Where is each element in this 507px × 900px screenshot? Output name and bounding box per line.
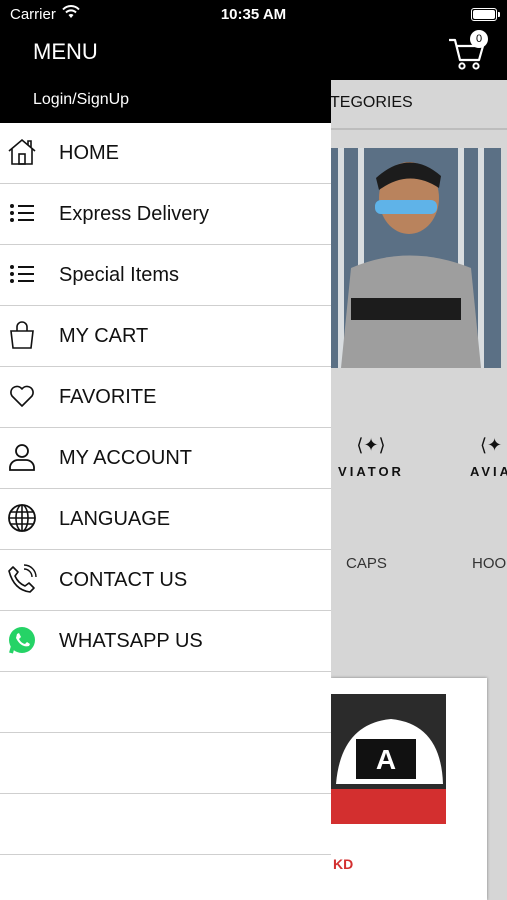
drawer-menu: HOME Express Delivery Special Items MY C… — [0, 123, 331, 855]
banner-photo — [331, 148, 501, 368]
category-hoodies[interactable]: HOO — [472, 555, 506, 572]
menu-item-label: Special Items — [59, 264, 180, 286]
menu-item-label: FAVORITE — [59, 386, 157, 408]
menu-item-whatsapp-us[interactable]: WHATSAPP US — [0, 611, 331, 672]
categories-tab[interactable]: TEGORIES — [330, 80, 507, 130]
menu-item-contact-us[interactable]: CONTACT US — [0, 550, 331, 611]
login-signup-link[interactable]: Login/SignUp — [33, 91, 129, 109]
shopping-bag-icon — [10, 321, 34, 349]
menu-item-label: Express Delivery — [59, 203, 210, 225]
menu-item-label: HOME — [59, 142, 119, 164]
product-price: KD — [333, 856, 354, 872]
brand-logos: ⟨✦⟩ VIATOR ⟨✦ AVIA — [331, 435, 507, 495]
menu-title: MENU — [33, 39, 98, 64]
user-icon — [9, 444, 35, 471]
product-image: A — [331, 694, 446, 824]
menu-item-home[interactable]: HOME — [0, 123, 331, 184]
aviator-logo-2[interactable]: ⟨✦ AVIA — [451, 435, 507, 479]
empty-row — [0, 733, 331, 794]
product-card[interactable]: A KD — [331, 678, 487, 900]
aviator-logo[interactable]: ⟨✦⟩ VIATOR — [331, 435, 411, 479]
list-icon — [10, 265, 34, 283]
menu-item-label: LANGUAGE — [59, 508, 171, 530]
categories-tab-label: TEGORIES — [330, 94, 413, 111]
menu-item-favorite[interactable]: FAVORITE — [0, 367, 331, 428]
menu-item-my-cart[interactable]: MY CART — [0, 306, 331, 367]
battery-icon — [471, 8, 500, 21]
home-icon — [8, 138, 36, 165]
list-icon — [10, 204, 34, 222]
heart-icon — [10, 385, 34, 407]
empty-row — [0, 794, 331, 855]
drawer-header: MENU Login/SignUp — [0, 30, 331, 123]
svg-text:A: A — [376, 744, 396, 775]
globe-icon — [8, 504, 36, 532]
empty-row — [0, 672, 331, 733]
menu-item-special-items[interactable]: Special Items — [0, 245, 331, 306]
aviator-wordmark: VIATOR — [338, 464, 404, 479]
menu-item-language[interactable]: LANGUAGE — [0, 489, 331, 550]
cart-badge: 0 — [470, 30, 488, 48]
wings-icon: ⟨✦ — [479, 435, 503, 455]
status-time: 10:35 AM — [220, 6, 287, 23]
category-caps[interactable]: CAPS — [346, 555, 387, 572]
wings-icon: ⟨✦⟩ — [356, 435, 386, 455]
menu-item-label: MY ACCOUNT — [59, 447, 192, 469]
whatsapp-icon — [9, 627, 35, 654]
status-bar: Carrier 10:35 AM — [0, 0, 507, 30]
menu-item-express-delivery[interactable]: Express Delivery — [0, 184, 331, 245]
banner-image[interactable] — [331, 148, 501, 368]
menu-item-my-account[interactable]: MY ACCOUNT — [0, 428, 331, 489]
side-drawer: MENU Login/SignUp HOME Express Delivery — [0, 30, 331, 900]
menu-item-label: CONTACT US — [59, 569, 188, 591]
menu-item-label: WHATSAPP US — [59, 630, 203, 652]
aviator-wordmark-2: AVIA — [469, 464, 507, 479]
menu-item-label: MY CART — [59, 325, 149, 347]
phone-icon — [8, 564, 37, 593]
